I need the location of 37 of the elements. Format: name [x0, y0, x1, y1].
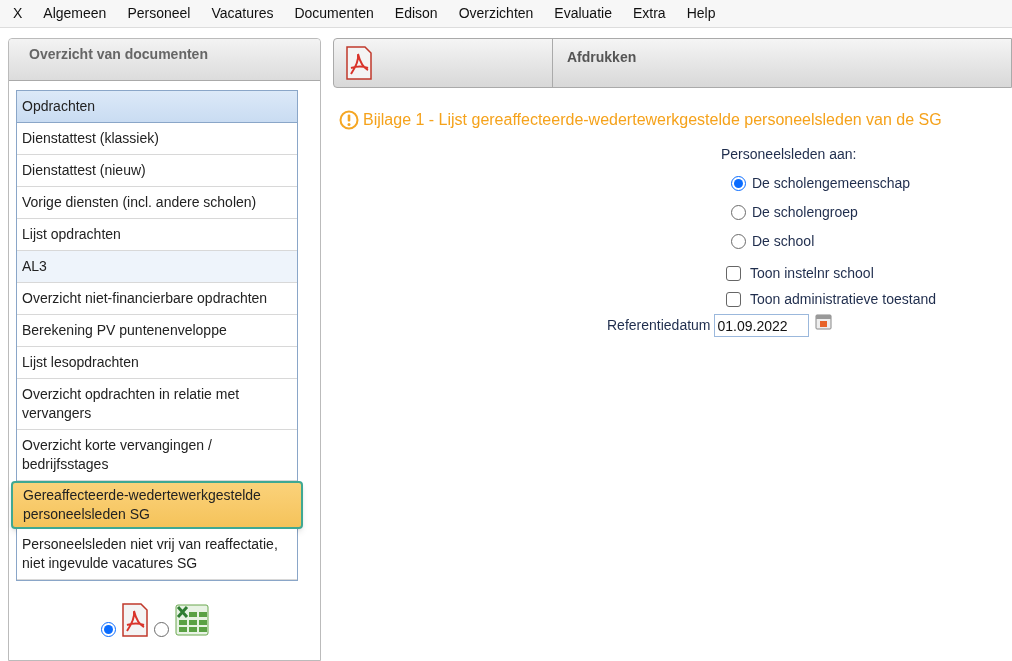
menu-item[interactable]: Documenten: [294, 3, 374, 24]
report-title: Bijlage 1 - Lijst gereaffecteerde-wedertewerkgestelde personeelsleden van de SG: [363, 110, 942, 130]
menu-item[interactable]: Algemeen: [43, 3, 107, 24]
calendar-icon[interactable]: [814, 313, 832, 330]
menu-item[interactable]: Vacatures: [211, 3, 274, 24]
checkbox-label: Toon instelnr school: [750, 264, 874, 283]
checkbox-label: Toon administratieve toestand: [750, 290, 936, 309]
menu-item[interactable]: Help: [686, 3, 716, 24]
menu-item[interactable]: Personeel: [127, 3, 191, 24]
section-header[interactable]: AL3: [17, 251, 297, 283]
toolbar-title: Afdrukken: [567, 48, 637, 67]
checkbox[interactable]: [726, 266, 741, 281]
radio-button[interactable]: [100, 622, 116, 637]
list-item[interactable]: Gereaffecteerde-wedertewerkgestelde personeelsleden SG: [11, 481, 303, 529]
menu-item[interactable]: X: [13, 3, 23, 24]
pdf-print-button[interactable]: [346, 46, 372, 80]
radio-label: De scholengemeenschap: [752, 174, 910, 193]
section-header[interactable]: Opdrachten: [17, 91, 297, 123]
radio-label: De school: [752, 232, 815, 251]
menu-item[interactable]: Overzichten: [458, 3, 534, 24]
spreadsheet-icon: [174, 603, 209, 637]
date-label: Referentiedatum: [607, 316, 711, 335]
radio-label: De scholengroep: [752, 203, 858, 222]
radio-button[interactable]: [153, 622, 169, 637]
menu-item[interactable]: Extra: [632, 3, 666, 24]
checkbox[interactable]: [726, 292, 741, 307]
radio-button[interactable]: [731, 234, 746, 249]
panel-title: Overzicht van documenten: [29, 46, 208, 62]
group-label: Personeelsleden aan:: [721, 145, 858, 164]
date-field[interactable]: 01.09.2022: [713, 314, 809, 337]
radio-button[interactable]: [731, 176, 746, 191]
warning-icon: [339, 110, 359, 130]
pdf-document-icon: [346, 46, 372, 80]
menu-item[interactable]: Evaluatie: [554, 3, 612, 24]
pdf-document-icon: [121, 603, 148, 637]
radio-button[interactable]: [731, 205, 746, 220]
menu-item[interactable]: Edison: [394, 3, 438, 24]
